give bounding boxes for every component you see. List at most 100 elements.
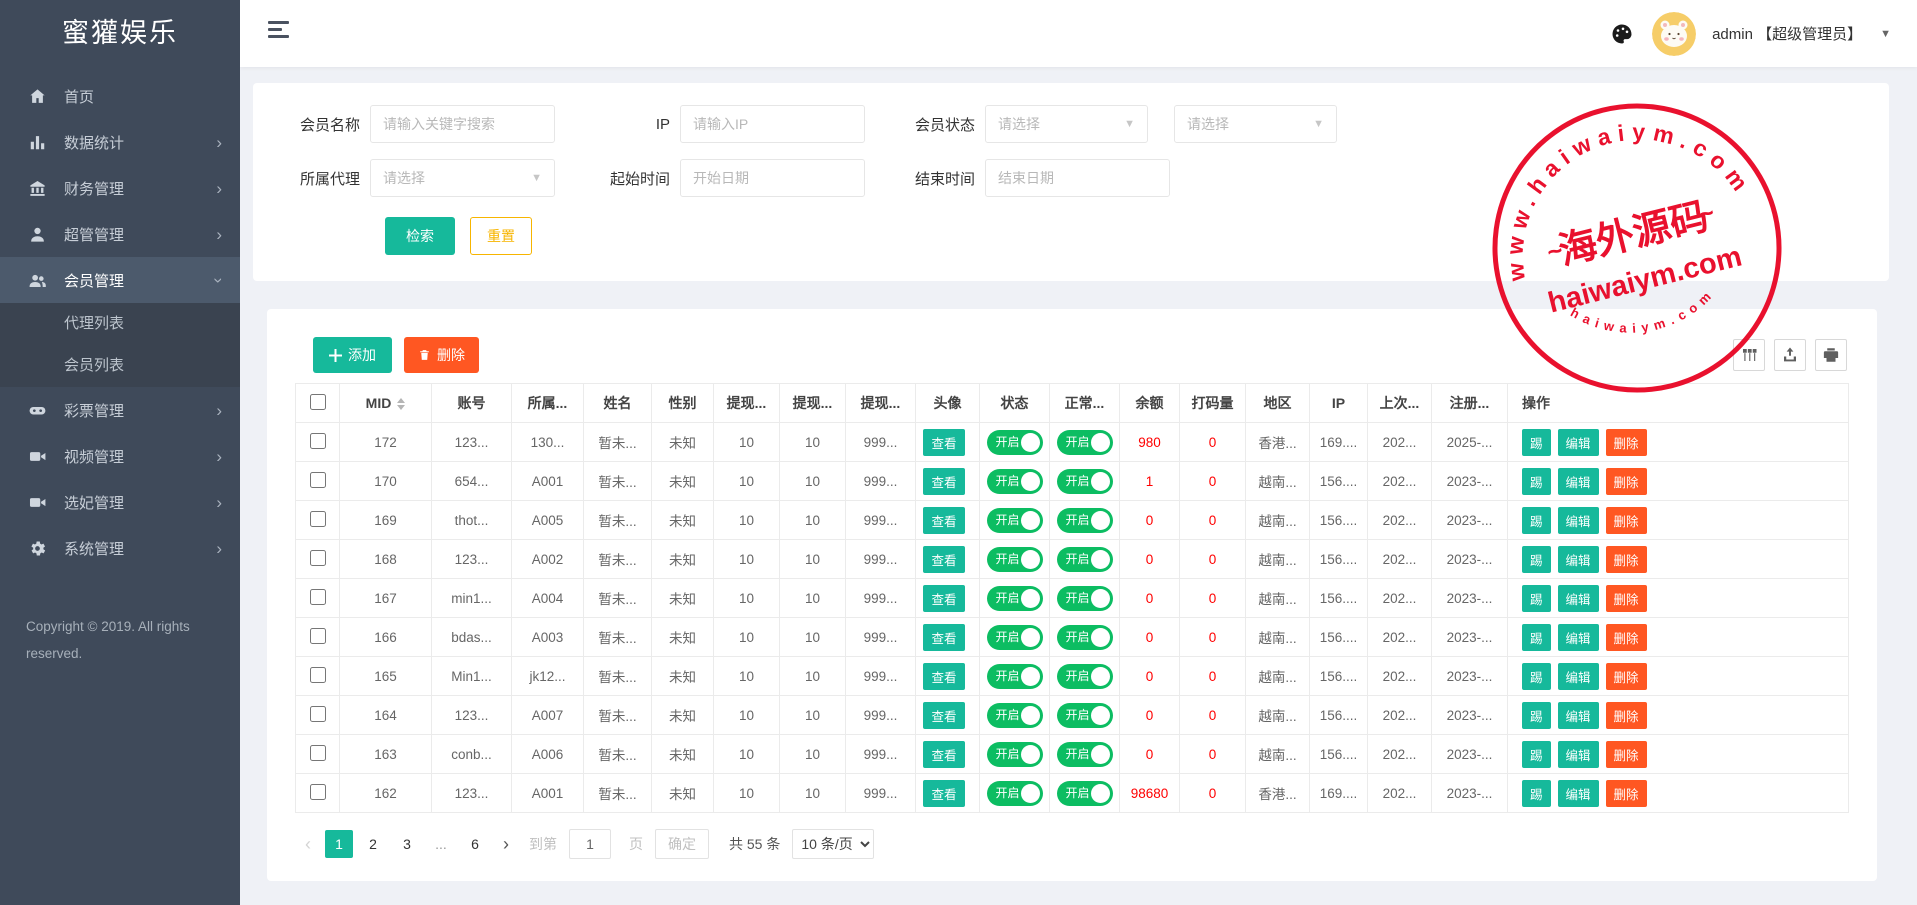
normal-toggle[interactable]: 开启 [1057,664,1113,689]
edit-button[interactable]: 编辑 [1558,468,1599,495]
print-icon[interactable] [1815,339,1847,371]
user-menu[interactable]: admin 【超级管理员】 [1712,23,1862,44]
view-avatar-button[interactable]: 查看 [923,546,964,573]
edit-button[interactable]: 编辑 [1558,507,1599,534]
jump-page-input[interactable] [569,829,611,859]
prev-page-button[interactable]: ‹ [297,834,319,855]
row-checkbox[interactable] [310,784,326,800]
col-header-0[interactable]: MID [340,384,432,423]
status-toggle[interactable]: 开启 [987,586,1043,611]
del-button[interactable]: 删除 [1606,507,1647,534]
view-avatar-button[interactable]: 查看 [923,741,964,768]
normal-toggle[interactable]: 开启 [1057,508,1113,533]
del-button[interactable]: 删除 [1606,663,1647,690]
view-avatar-button[interactable]: 查看 [923,663,964,690]
view-avatar-button[interactable]: 查看 [923,468,964,495]
hamburger-menu-icon[interactable] [268,21,294,45]
export-icon[interactable] [1774,339,1806,371]
kick-button[interactable]: 踢 [1522,468,1551,495]
row-checkbox[interactable] [310,511,326,527]
start-date-input[interactable] [680,159,865,197]
avatar[interactable] [1652,12,1696,56]
sidebar-item-3[interactable]: 超管管理› [0,211,240,257]
normal-toggle[interactable]: 开启 [1057,742,1113,767]
status-toggle[interactable]: 开启 [987,625,1043,650]
normal-toggle[interactable]: 开启 [1057,469,1113,494]
edit-button[interactable]: 编辑 [1558,429,1599,456]
sidebar-item-0[interactable]: 首页 [0,73,240,119]
search-button[interactable]: 检索 [385,217,455,255]
view-avatar-button[interactable]: 查看 [923,624,964,651]
submenu-item-1[interactable]: 会员列表 [0,345,240,387]
del-button[interactable]: 删除 [1606,546,1647,573]
edit-button[interactable]: 编辑 [1558,663,1599,690]
del-button[interactable]: 删除 [1606,585,1647,612]
kick-button[interactable]: 踢 [1522,507,1551,534]
next-page-button[interactable]: › [495,834,517,855]
sidebar-item-2[interactable]: 财务管理› [0,165,240,211]
row-checkbox[interactable] [310,589,326,605]
normal-toggle[interactable]: 开启 [1057,547,1113,572]
view-avatar-button[interactable]: 查看 [923,585,964,612]
edit-button[interactable]: 编辑 [1558,741,1599,768]
per-page-select[interactable]: 10 条/页 [792,829,874,859]
edit-button[interactable]: 编辑 [1558,624,1599,651]
kick-button[interactable]: 踢 [1522,663,1551,690]
edit-button[interactable]: 编辑 [1558,585,1599,612]
edit-button[interactable]: 编辑 [1558,702,1599,729]
status-toggle[interactable]: 开启 [987,547,1043,572]
normal-toggle[interactable]: 开启 [1057,703,1113,728]
del-button[interactable]: 删除 [1606,702,1647,729]
page-button-3[interactable]: 3 [393,830,421,858]
jump-confirm-button[interactable]: 确定 [655,829,709,859]
status-toggle[interactable]: 开启 [987,469,1043,494]
status-toggle[interactable]: 开启 [987,430,1043,455]
kick-button[interactable]: 踢 [1522,624,1551,651]
del-button[interactable]: 删除 [1606,624,1647,651]
edit-button[interactable]: 编辑 [1558,780,1599,807]
status-toggle[interactable]: 开启 [987,664,1043,689]
status-toggle[interactable]: 开启 [987,703,1043,728]
kick-button[interactable]: 踢 [1522,429,1551,456]
page-button-1[interactable]: 1 [325,830,353,858]
del-button[interactable]: 删除 [1606,780,1647,807]
kick-button[interactable]: 踢 [1522,546,1551,573]
sidebar-item-5[interactable]: 彩票管理› [0,387,240,433]
row-checkbox[interactable] [310,550,326,566]
view-avatar-button[interactable]: 查看 [923,780,964,807]
page-button-6[interactable]: 6 [461,830,489,858]
caret-down-icon[interactable]: ▼ [1880,28,1891,40]
normal-toggle[interactable]: 开启 [1057,625,1113,650]
del-button[interactable]: 删除 [1606,741,1647,768]
reset-button[interactable]: 重置 [470,217,532,255]
member-status-select-2[interactable]: 请选择▼ [1174,105,1337,143]
row-checkbox[interactable] [310,433,326,449]
normal-toggle[interactable]: 开启 [1057,430,1113,455]
row-checkbox[interactable] [310,745,326,761]
row-checkbox[interactable] [310,628,326,644]
del-button[interactable]: 删除 [1606,429,1647,456]
del-button[interactable]: 删除 [1606,468,1647,495]
kick-button[interactable]: 踢 [1522,585,1551,612]
sidebar-item-4[interactable]: 会员管理› [0,257,240,303]
palette-icon[interactable] [1608,20,1636,48]
edit-button[interactable]: 编辑 [1558,546,1599,573]
view-avatar-button[interactable]: 查看 [923,429,964,456]
sort-icon[interactable] [397,398,405,410]
sidebar-item-1[interactable]: 数据统计› [0,119,240,165]
sidebar-item-8[interactable]: 系统管理› [0,525,240,571]
delete-button[interactable]: 删除 [404,337,479,373]
sidebar-item-7[interactable]: 选妃管理› [0,479,240,525]
status-toggle[interactable]: 开启 [987,742,1043,767]
select-all-checkbox[interactable] [310,394,326,410]
status-toggle[interactable]: 开启 [987,508,1043,533]
row-checkbox[interactable] [310,706,326,722]
view-avatar-button[interactable]: 查看 [923,702,964,729]
row-checkbox[interactable] [310,472,326,488]
member-name-input[interactable] [370,105,555,143]
kick-button[interactable]: 踢 [1522,780,1551,807]
kick-button[interactable]: 踢 [1522,702,1551,729]
view-avatar-button[interactable]: 查看 [923,507,964,534]
filter-columns-icon[interactable] [1733,339,1765,371]
page-button-2[interactable]: 2 [359,830,387,858]
